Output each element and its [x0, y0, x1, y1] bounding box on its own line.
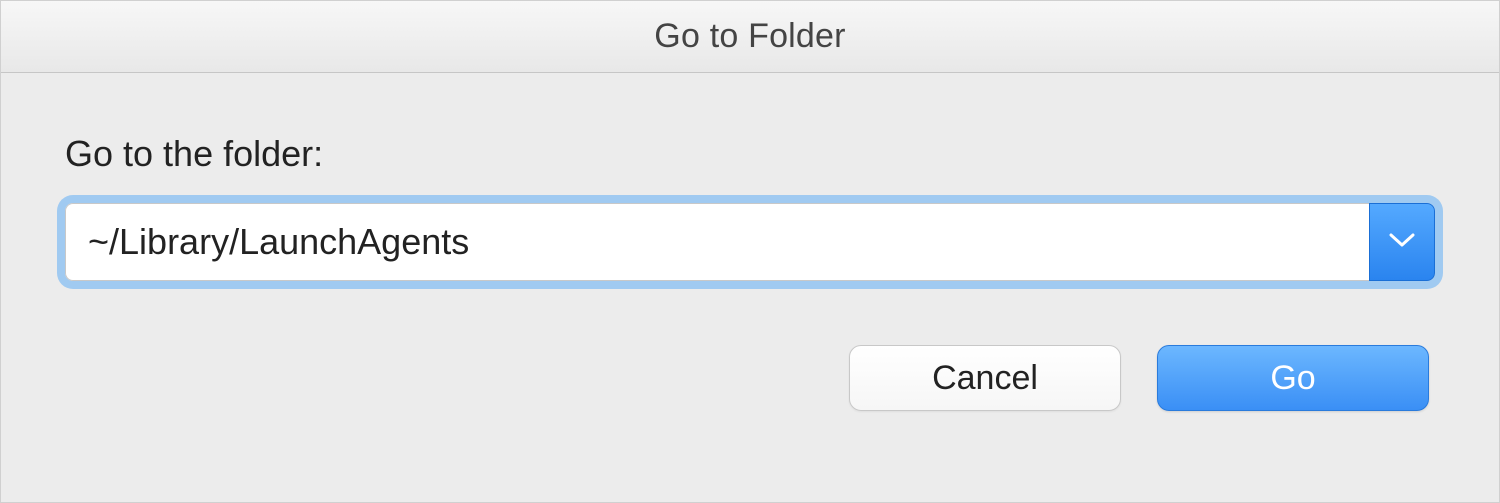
dialog-body: Go to the folder: Cancel Go — [1, 73, 1499, 502]
go-to-folder-dialog: Go to Folder Go to the folder: Cancel Go — [0, 0, 1500, 503]
folder-path-input[interactable] — [65, 203, 1369, 281]
dialog-title: Go to Folder — [654, 17, 845, 56]
dropdown-toggle-button[interactable] — [1369, 203, 1435, 281]
dialog-button-row: Cancel Go — [65, 345, 1435, 411]
prompt-label: Go to the folder: — [65, 133, 1435, 175]
chevron-down-icon — [1388, 231, 1416, 254]
folder-path-combobox[interactable] — [65, 203, 1435, 281]
dialog-title-bar: Go to Folder — [1, 1, 1499, 73]
cancel-button[interactable]: Cancel — [849, 345, 1121, 411]
go-button[interactable]: Go — [1157, 345, 1429, 411]
